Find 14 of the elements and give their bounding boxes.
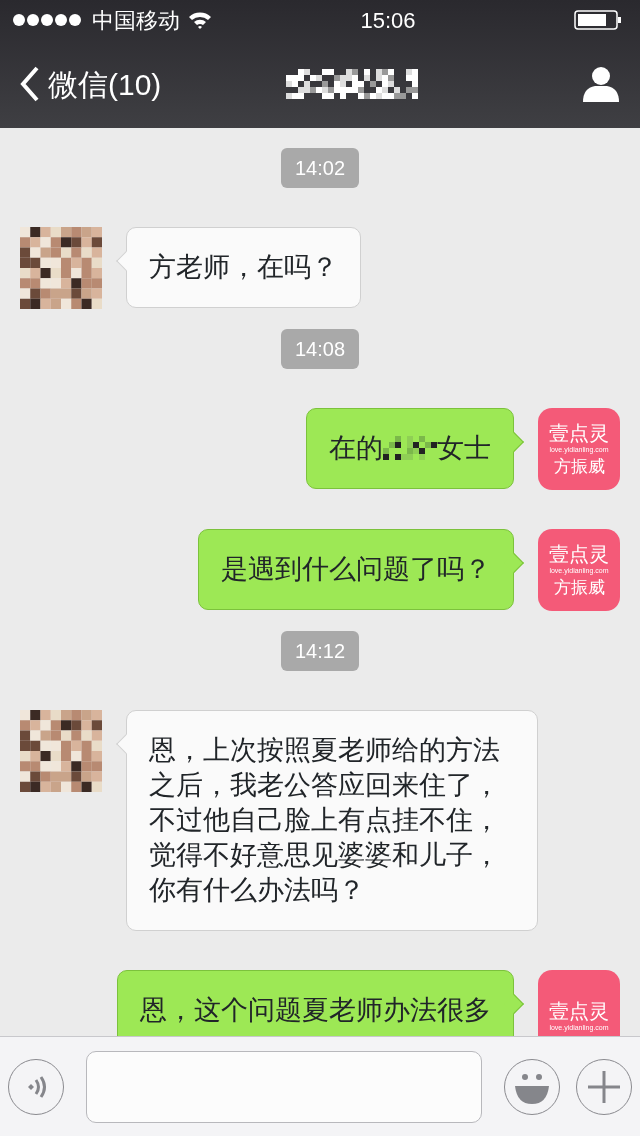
battery-icon <box>574 10 622 30</box>
plus-icon <box>587 1069 621 1104</box>
profile-icon[interactable] <box>582 66 620 102</box>
back-button[interactable]: 微信(10) <box>20 61 162 107</box>
pixelated-text <box>383 436 437 460</box>
back-icon <box>20 66 40 102</box>
wifi-icon <box>188 11 212 29</box>
timestamp: 14:12 <box>280 631 360 671</box>
timestamp: 14:08 <box>280 329 360 369</box>
clock-time: 15:06 <box>360 7 416 33</box>
timestamp: 14:02 <box>280 148 360 188</box>
signal-icon <box>12 13 84 27</box>
message-input[interactable] <box>86 1050 482 1123</box>
carrier-name: 中国移动 <box>92 6 180 35</box>
